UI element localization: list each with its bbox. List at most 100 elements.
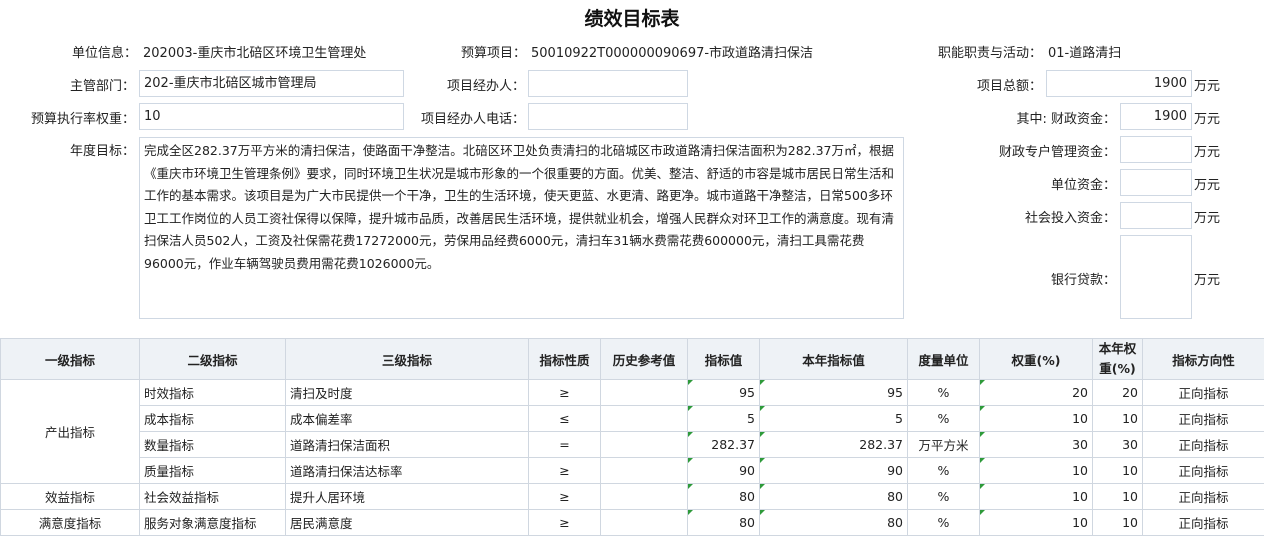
duty-activity-value: 01-道路清扫 <box>1048 46 1122 61</box>
table-row: 满意度指标 服务对象满意度指标 居民满意度 ≥80 80% 10 10 正向指标 <box>0 509 1264 536</box>
unit-funds-unit: 万元 <box>1194 178 1221 193</box>
table-row: 成本指标 成本偏差率 ≤5 5% 10 10 正向指标 <box>1 405 1264 432</box>
col-header-value: 指标值 <box>687 338 760 380</box>
social-funds-label: 社会投入资金： <box>1024 211 1116 226</box>
cell-direction: 正向指标 <box>1142 483 1264 510</box>
cell-year-weight: 10 <box>1092 509 1143 536</box>
cell-level1: 产出指标 <box>0 379 140 484</box>
fiscal-funds-unit: 万元 <box>1194 112 1221 127</box>
cell-year-value[interactable]: 5 <box>759 405 908 432</box>
project-manager-field[interactable] <box>528 70 688 97</box>
cell-nature: ≤ <box>528 405 601 432</box>
supervising-dept-field[interactable]: 202-重庆市北碚区城市管理局 <box>139 70 404 97</box>
col-header-year-weight: 本年权重(%) <box>1092 338 1143 380</box>
cell-nature: ≥ <box>528 379 601 406</box>
cell-history[interactable] <box>600 405 688 432</box>
cell-level2: 社会效益指标 <box>139 483 286 510</box>
cell-weight[interactable]: 10 <box>979 483 1093 510</box>
cell-weight[interactable]: 10 <box>979 405 1093 432</box>
cell-weight[interactable]: 20 <box>979 379 1093 406</box>
cell-weight[interactable]: 10 <box>979 509 1093 536</box>
table-header-row: 一级指标 二级指标 三级指标 指标性质 历史参考值 指标值 本年指标值 度量单位… <box>0 338 1264 380</box>
cell-year-weight: 30 <box>1092 431 1143 458</box>
total-amount-unit: 万元 <box>1194 79 1221 94</box>
cell-value[interactable]: 80 <box>687 483 760 510</box>
special-account-funds-label: 财政专户管理资金： <box>998 145 1116 160</box>
unit-funds-field[interactable] <box>1120 169 1192 196</box>
cell-level3: 成本偏差率 <box>285 405 529 432</box>
cell-level3: 居民满意度 <box>285 509 529 536</box>
cell-direction: 正向指标 <box>1142 509 1264 536</box>
cell-year-value[interactable]: 90 <box>759 457 908 484</box>
total-amount-label: 项目总额： <box>976 79 1042 94</box>
cell-history[interactable] <box>600 379 688 406</box>
cell-level3: 清扫及时度 <box>285 379 529 406</box>
cell-unit: % <box>907 457 980 484</box>
cell-value[interactable]: 282.37 <box>687 431 760 458</box>
col-header-level1: 一级指标 <box>0 338 140 380</box>
duty-activity-label: 职能职责与活动： <box>938 46 1043 61</box>
col-header-history: 历史参考值 <box>600 338 688 380</box>
cell-year-value[interactable]: 95 <box>759 379 908 406</box>
cell-level2: 服务对象满意度指标 <box>139 509 286 536</box>
exec-rate-weight-field[interactable]: 10 <box>139 103 404 130</box>
cell-value[interactable]: 90 <box>687 457 760 484</box>
manager-phone-field[interactable] <box>528 103 688 130</box>
cell-unit: % <box>907 509 980 536</box>
cell-year-value[interactable]: 80 <box>759 483 908 510</box>
cell-nature: ≥ <box>528 457 601 484</box>
cell-direction: 正向指标 <box>1142 379 1264 406</box>
bank-loan-label: 银行贷款： <box>1050 273 1116 288</box>
cell-weight[interactable]: 10 <box>979 457 1093 484</box>
indicator-table: 一级指标 二级指标 三级指标 指标性质 历史参考值 指标值 本年指标值 度量单位… <box>0 338 1264 536</box>
cell-history[interactable] <box>600 431 688 458</box>
table-row: 数量指标 道路清扫保洁面积 = 282.37 282.37 万平方米 30 30 正向指标 <box>1 431 1264 458</box>
manager-phone-label: 项目经办人电话： <box>420 112 525 127</box>
table-row: 效益指标 社会效益指标 提升人居环境 ≥80 80% 10 10 正向指标 <box>0 483 1264 510</box>
cell-value[interactable]: 95 <box>687 379 760 406</box>
cell-year-weight: 10 <box>1092 483 1143 510</box>
cell-history[interactable] <box>600 509 688 536</box>
cell-nature: = <box>528 431 601 458</box>
fiscal-funds-field[interactable]: 1900 <box>1120 103 1192 130</box>
page-title: 绩效目标表 <box>584 8 680 30</box>
exec-rate-weight-label: 预算执行率权重： <box>30 112 135 127</box>
cell-year-value[interactable]: 282.37 <box>759 431 908 458</box>
project-manager-label: 项目经办人： <box>446 79 525 94</box>
social-funds-unit: 万元 <box>1194 211 1221 226</box>
cell-history[interactable] <box>600 483 688 510</box>
cell-year-weight: 10 <box>1092 405 1143 432</box>
cell-level1: 满意度指标 <box>0 509 140 536</box>
annual-goal-textarea[interactable]: 完成全区282.37万平方米的清扫保洁，使路面干净整洁。北碚区环卫处负责清扫的北… <box>139 137 904 319</box>
cell-year-weight: 10 <box>1092 457 1143 484</box>
col-header-year-value: 本年指标值 <box>759 338 908 380</box>
table-row: 质量指标 道路清扫保洁达标率 ≥90 90% 10 10 正向指标 <box>1 457 1264 484</box>
cell-level2: 质量指标 <box>139 457 286 484</box>
cell-level3: 道路清扫保洁面积 <box>285 431 529 458</box>
cell-level2: 数量指标 <box>139 431 286 458</box>
cell-level3: 道路清扫保洁达标率 <box>285 457 529 484</box>
cell-level3: 提升人居环境 <box>285 483 529 510</box>
bank-loan-field[interactable] <box>1120 235 1192 319</box>
col-header-unit: 度量单位 <box>907 338 980 380</box>
total-amount-field[interactable]: 1900 <box>1046 70 1192 97</box>
cell-year-value[interactable]: 80 <box>759 509 908 536</box>
special-account-funds-field[interactable] <box>1120 136 1192 163</box>
special-account-funds-unit: 万元 <box>1194 145 1221 160</box>
cell-value[interactable]: 80 <box>687 509 760 536</box>
unit-info-label: 单位信息： <box>72 46 138 61</box>
col-header-level3: 三级指标 <box>285 338 529 380</box>
cell-unit: % <box>907 483 980 510</box>
col-header-weight: 权重(%) <box>979 338 1093 380</box>
col-header-level2: 二级指标 <box>139 338 286 380</box>
cell-weight[interactable]: 30 <box>979 431 1093 458</box>
social-funds-field[interactable] <box>1120 202 1192 229</box>
cell-value[interactable]: 5 <box>687 405 760 432</box>
cell-direction: 正向指标 <box>1142 457 1264 484</box>
cell-year-weight: 20 <box>1092 379 1143 406</box>
cell-unit: % <box>907 379 980 406</box>
cell-history[interactable] <box>600 457 688 484</box>
unit-info-value: 202003-重庆市北碚区环境卫生管理处 <box>143 46 367 61</box>
supervising-dept-label: 主管部门： <box>69 79 135 94</box>
cell-nature: ≥ <box>528 509 601 536</box>
